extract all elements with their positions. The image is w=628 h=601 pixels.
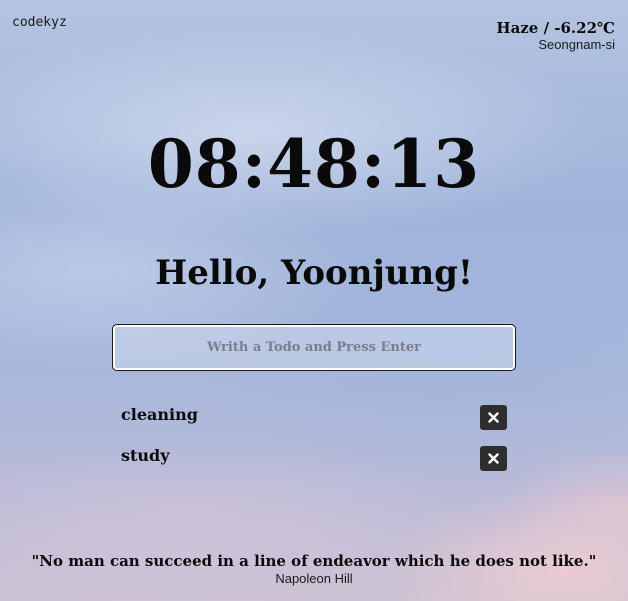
weather-summary: Haze / -6.22℃: [496, 19, 615, 37]
delete-todo-button[interactable]: [480, 405, 507, 430]
todo-form: [112, 324, 516, 371]
todo-item: study: [121, 443, 507, 471]
quote-author: Napoleon Hill: [275, 571, 353, 586]
todo-item: cleaning: [121, 402, 507, 430]
close-icon: [488, 412, 499, 423]
todo-input[interactable]: [115, 327, 513, 368]
todo-text: cleaning: [121, 405, 198, 424]
todo-list: cleaning study: [121, 402, 507, 484]
clock: 08:48:13: [147, 125, 481, 203]
quote-block: "No man can succeed in a line of endeavo…: [0, 552, 628, 586]
quote-text: "No man can succeed in a line of endeavo…: [31, 552, 597, 570]
weather-city: Seongnam-si: [538, 37, 615, 52]
close-icon: [488, 453, 499, 464]
weather-widget: Haze / -6.22℃ Seongnam-si: [496, 19, 615, 52]
brand-label: codekyz: [12, 15, 67, 30]
greeting: Hello, Yoonjung!: [155, 253, 473, 293]
delete-todo-button[interactable]: [480, 446, 507, 471]
todo-text: study: [121, 446, 170, 465]
